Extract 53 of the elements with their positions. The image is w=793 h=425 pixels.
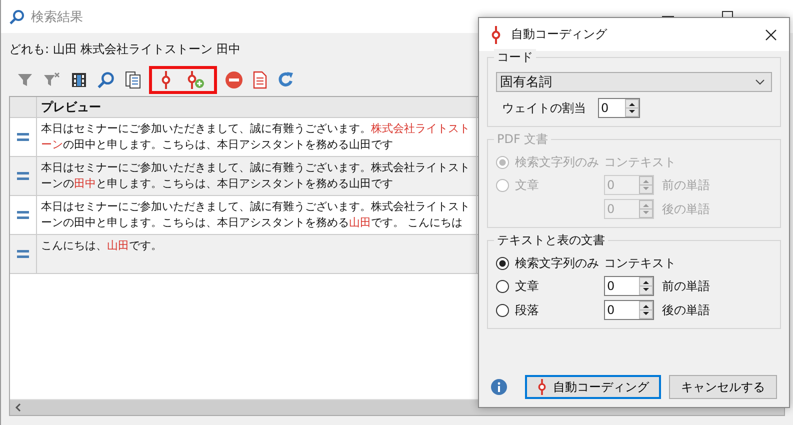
info-icon[interactable] — [491, 379, 507, 395]
code-marker-icon — [491, 26, 501, 44]
radio-button[interactable] — [496, 304, 509, 316]
preview-text: 本日はセミナーにご参加いただきまして、誠に有難うございます。株式会社ライトストーンの田中と申します。こちらは、本日アシスタントを務める山田です。 こんにちは — [37, 196, 477, 234]
radio-label: 段落 — [515, 302, 539, 318]
spinner-arrows-icon[interactable] — [625, 99, 639, 117]
context-label: コンテキスト — [604, 154, 677, 171]
remove-icon[interactable] — [225, 71, 243, 89]
before-label: 前の単語 — [662, 176, 711, 194]
search-icon[interactable] — [97, 71, 115, 89]
search-icon — [9, 8, 25, 24]
document-list-icon[interactable] — [125, 71, 141, 89]
window-title: 検索結果 — [31, 8, 83, 26]
minimize-icon[interactable] — [662, 16, 674, 18]
context-label: コンテキスト — [604, 255, 677, 272]
table-icon[interactable] — [71, 72, 87, 88]
after-label: 後の単語 — [662, 200, 711, 218]
close-icon[interactable] — [765, 28, 777, 40]
spinner-arrows-icon[interactable] — [639, 301, 653, 319]
document-icon[interactable] — [253, 71, 267, 89]
equals-icon — [17, 250, 29, 258]
weight-label: ウェイトの割当 — [502, 100, 586, 116]
radio-button[interactable] — [496, 280, 509, 292]
auto-coding-button[interactable]: 自動コーディング — [525, 375, 661, 399]
equals-icon — [17, 211, 29, 219]
cancel-button[interactable]: キャンセルする — [669, 375, 777, 399]
radio-label: 文章 — [515, 278, 539, 294]
before-label: 前の単語 — [662, 278, 711, 294]
equals-icon — [17, 133, 29, 141]
scroll-left-icon[interactable] — [15, 403, 21, 412]
refresh-icon[interactable] — [277, 71, 295, 89]
radio-label: 文章 — [515, 176, 539, 194]
preview-text: 本日はセミナーにご参加いただきまして、誠に有難うございます。株式会社ライトストーンの田中と申します。こちらは、本日アシスタントを務める山田です — [37, 118, 477, 156]
preview-text: 本日はセミナーにご参加いただきまして、誠に有難うございます。株式会社ライトストーンの田中 と申します。こちらは、本日アシスタントを務める山田です — [37, 157, 477, 195]
preview-text: こんにちは、山田です。 — [37, 235, 477, 273]
code-dropdown[interactable]: 固有名詞 — [496, 72, 772, 92]
after-label: 後の単語 — [662, 302, 711, 318]
radio-label: 検索文字列のみ — [515, 255, 599, 272]
after-spinner[interactable]: 0 — [604, 300, 654, 320]
code-marker-icon — [537, 379, 547, 395]
spinner-arrows-icon[interactable] — [639, 277, 653, 295]
query-text: どれも: 山田 株式会社ライトストーン 田中 — [9, 41, 240, 58]
group-title: テキストと表の文書 — [494, 232, 608, 249]
column-header[interactable]: プレビュー — [37, 97, 477, 117]
dialog-title: 自動コーディング — [511, 26, 607, 43]
radio-button[interactable] — [496, 257, 509, 270]
code-marker-icon[interactable] — [161, 71, 171, 89]
code-add-icon[interactable] — [187, 71, 205, 89]
chevron-down-icon — [755, 79, 765, 85]
equals-icon — [17, 172, 29, 180]
weight-spinner[interactable]: 0 — [598, 98, 640, 118]
before-spinner[interactable]: 0 — [604, 276, 654, 296]
radio-label: 検索文字列のみ — [515, 154, 599, 171]
